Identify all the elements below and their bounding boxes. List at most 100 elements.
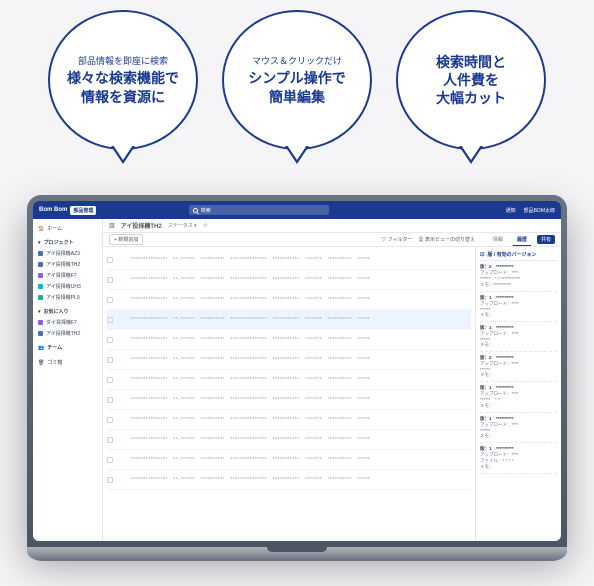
row-checkbox[interactable]: [107, 257, 113, 263]
history-item[interactable]: 版：1 **********アップロード：**********メモ：: [480, 322, 557, 352]
table-row[interactable]: ⋮⋮ *************** **-****** ********** *…: [107, 350, 471, 370]
drag-handle-icon[interactable]: ⋮⋮: [117, 277, 127, 283]
drag-handle-icon[interactable]: ⋮⋮: [117, 357, 127, 363]
drag-handle-icon[interactable]: ⋮⋮: [117, 457, 127, 463]
row-checkbox[interactable]: [107, 277, 113, 283]
sidebar-item-label: アイ投择機AZ3: [46, 250, 80, 257]
tab-history[interactable]: 履歴: [513, 234, 531, 246]
toolbar: + 新規追加 ▽ フィルター ▦ 表示ビューの切り替え 情報 履歴 共有: [103, 233, 561, 247]
project-color-icon: [38, 273, 43, 278]
table-row[interactable]: ⋮⋮ *************** **-****** ********** *…: [107, 390, 471, 410]
drag-handle-icon[interactable]: ⋮⋮: [117, 337, 127, 343]
drag-handle-icon[interactable]: ⋮⋮: [117, 437, 127, 443]
callout-bubble-1: 部品情報を即座に検索様々な検索機能で情報を資源に: [48, 10, 198, 150]
drag-handle-icon[interactable]: ⋮⋮: [117, 417, 127, 423]
history-item[interactable]: 版：1 **********アップロード：****ファイル：*.* *.*メモ：: [480, 443, 557, 474]
search-icon: [193, 208, 198, 213]
row-content: *************** **-****** ********** ***…: [131, 276, 471, 283]
project-color-icon: [38, 320, 43, 325]
search-placeholder: 検索: [201, 207, 211, 214]
drag-handle-icon[interactable]: ⋮⋮: [117, 257, 127, 263]
row-checkbox[interactable]: [107, 457, 113, 463]
sidebar-section-favorites[interactable]: ▾ お気に入り: [38, 306, 97, 317]
row-checkbox[interactable]: [107, 397, 113, 403]
table-row[interactable]: ⋮⋮*************** **-****** ********** *…: [107, 470, 471, 490]
breadcrumb: ▥ アイ投择機TH2 ステータス ▾ ☆: [103, 219, 561, 233]
tab-info[interactable]: 情報: [489, 234, 507, 246]
row-checkbox[interactable]: [107, 317, 113, 323]
row-content: *************** **-****** ********** ***…: [131, 376, 471, 383]
project-color-icon: [38, 295, 43, 300]
table-row[interactable]: ⋮⋮ *************** **-****** ********** *…: [107, 310, 471, 330]
history-head[interactable]: ☑版 / 有効のバージョン: [480, 251, 557, 261]
sidebar-home[interactable]: 🏠 ホーム: [38, 223, 97, 234]
row-checkbox[interactable]: [107, 337, 113, 343]
notice-link[interactable]: 通知: [506, 207, 516, 214]
row-content: *************** **-****** ********** ***…: [131, 456, 471, 463]
row-checkbox[interactable]: [107, 377, 113, 383]
history-item[interactable]: 版：2 **********アップロード：********** *.* ****…: [480, 261, 557, 292]
sidebar-section-projects[interactable]: ▾ プロジェクト: [38, 237, 97, 248]
row-content: *************** **-****** ********** ***…: [131, 396, 471, 403]
history-item[interactable]: 版：1 **********アップロード：**********メモ：: [480, 292, 557, 322]
table-row[interactable]: ⋮⋮*************** **-****** ********** *…: [107, 290, 471, 310]
sidebar-item[interactable]: アイ投择機AZ3: [38, 248, 97, 259]
table-row[interactable]: ⋮⋮ *************** **-****** ********** *…: [107, 450, 471, 470]
status-select[interactable]: ステータス ▾: [168, 222, 197, 229]
row-checkbox[interactable]: [107, 357, 113, 363]
sidebar-section-team[interactable]: 👥 チーム: [38, 342, 97, 353]
sidebar-item[interactable]: アイ投择機UH3: [38, 281, 97, 292]
drag-handle-icon[interactable]: ⋮⋮: [117, 297, 127, 303]
sidebar: 🏠 ホーム ▾ プロジェクト アイ投择機AZ3 アイ投择機TH2 アイ買择機F7 アイ…: [33, 219, 103, 541]
row-checkbox[interactable]: [107, 437, 113, 443]
sidebar-item-label: アイ買择機F7: [46, 272, 77, 279]
drag-handle-icon[interactable]: ⋮⋮: [117, 477, 127, 483]
row-content: *************** **-****** ********** ***…: [131, 436, 471, 443]
callout-bubble-2: マウス＆クリックだけシンプル操作で簡単編集: [222, 10, 372, 150]
view-toggle[interactable]: ▦ 表示ビューの切り替え: [419, 236, 475, 243]
share-button[interactable]: 共有: [537, 235, 555, 244]
table-row[interactable]: ⋮⋮*************** **-****** ********** *…: [107, 410, 471, 430]
sidebar-item-label: ダイ買择機F7: [46, 319, 77, 326]
history-item[interactable]: 版：2 **********アップロード：**********メモ：: [480, 352, 557, 382]
user-menu[interactable]: 部品BOM太郎: [524, 207, 555, 214]
table-row[interactable]: ⋮⋮ *************** **-****** ********** *…: [107, 270, 471, 290]
history-item[interactable]: 版：1 **********アップロード：**********メモ：: [480, 413, 557, 443]
star-icon[interactable]: ☆: [203, 222, 208, 229]
table-row[interactable]: ⋮⋮ *************** **-****** ********** *…: [107, 370, 471, 390]
sidebar-item[interactable]: アイ投择機TH2: [38, 259, 97, 270]
sidebar-trash[interactable]: 🗑 ゴミ箱: [38, 357, 97, 368]
sidebar-item-label: アイ投择機PL9: [46, 294, 80, 301]
filter-button[interactable]: ▽ フィルター: [381, 236, 412, 243]
row-content: *************** **-****** ********** ***…: [131, 316, 471, 323]
search-input[interactable]: 検索: [189, 205, 329, 215]
sidebar-item[interactable]: アイ投择機TH2: [38, 328, 97, 339]
row-checkbox[interactable]: [107, 297, 113, 303]
brand-logo: Bom Bom: [39, 207, 67, 213]
row-checkbox[interactable]: [107, 417, 113, 423]
table-row[interactable]: ⋮⋮*************** **-****** ********** *…: [107, 330, 471, 350]
project-color-icon: [38, 331, 43, 336]
bubble-large: シンプル操作で簡単編集: [248, 69, 346, 105]
sidebar-item-label: アイ投择機UH3: [46, 283, 81, 290]
laptop-mockup: Bom Bom 部品管理 検索 通知 部品BOM太郎 🏠 ホーム ▾ プロジェク…: [27, 195, 567, 561]
table-row[interactable]: ⋮⋮ *************** **-****** ********** *…: [107, 250, 471, 270]
add-button[interactable]: + 新規追加: [109, 234, 143, 245]
drag-handle-icon[interactable]: ⋮⋮: [117, 397, 127, 403]
history-panel: ☑版 / 有効のバージョン 版：2 **********アップロード：*****…: [475, 247, 561, 541]
row-content: *************** **-****** ********** ***…: [131, 256, 471, 263]
history-item[interactable]: 版：1 **********アップロード：********** *.*メモ：: [480, 382, 557, 413]
sidebar-item[interactable]: アイ買择機F7: [38, 270, 97, 281]
brand: Bom Bom 部品管理: [39, 206, 96, 215]
sidebar-item[interactable]: ダイ買择機F7: [38, 317, 97, 328]
drag-handle-icon[interactable]: ⋮⋮: [117, 377, 127, 383]
row-checkbox[interactable]: [107, 477, 113, 483]
page-title: アイ投择機TH2: [121, 221, 162, 230]
project-color-icon: [38, 262, 43, 267]
table-row[interactable]: ⋮⋮ *************** **-****** ********** *…: [107, 430, 471, 450]
drag-handle-icon[interactable]: ⋮⋮: [117, 317, 127, 323]
sidebar-item[interactable]: アイ投择機PL9: [38, 292, 97, 303]
row-content: *************** **-****** ********** ***…: [131, 356, 471, 363]
brand-badge: 部品管理: [70, 206, 96, 215]
sidebar-item-label: アイ投择機TH2: [46, 261, 80, 268]
